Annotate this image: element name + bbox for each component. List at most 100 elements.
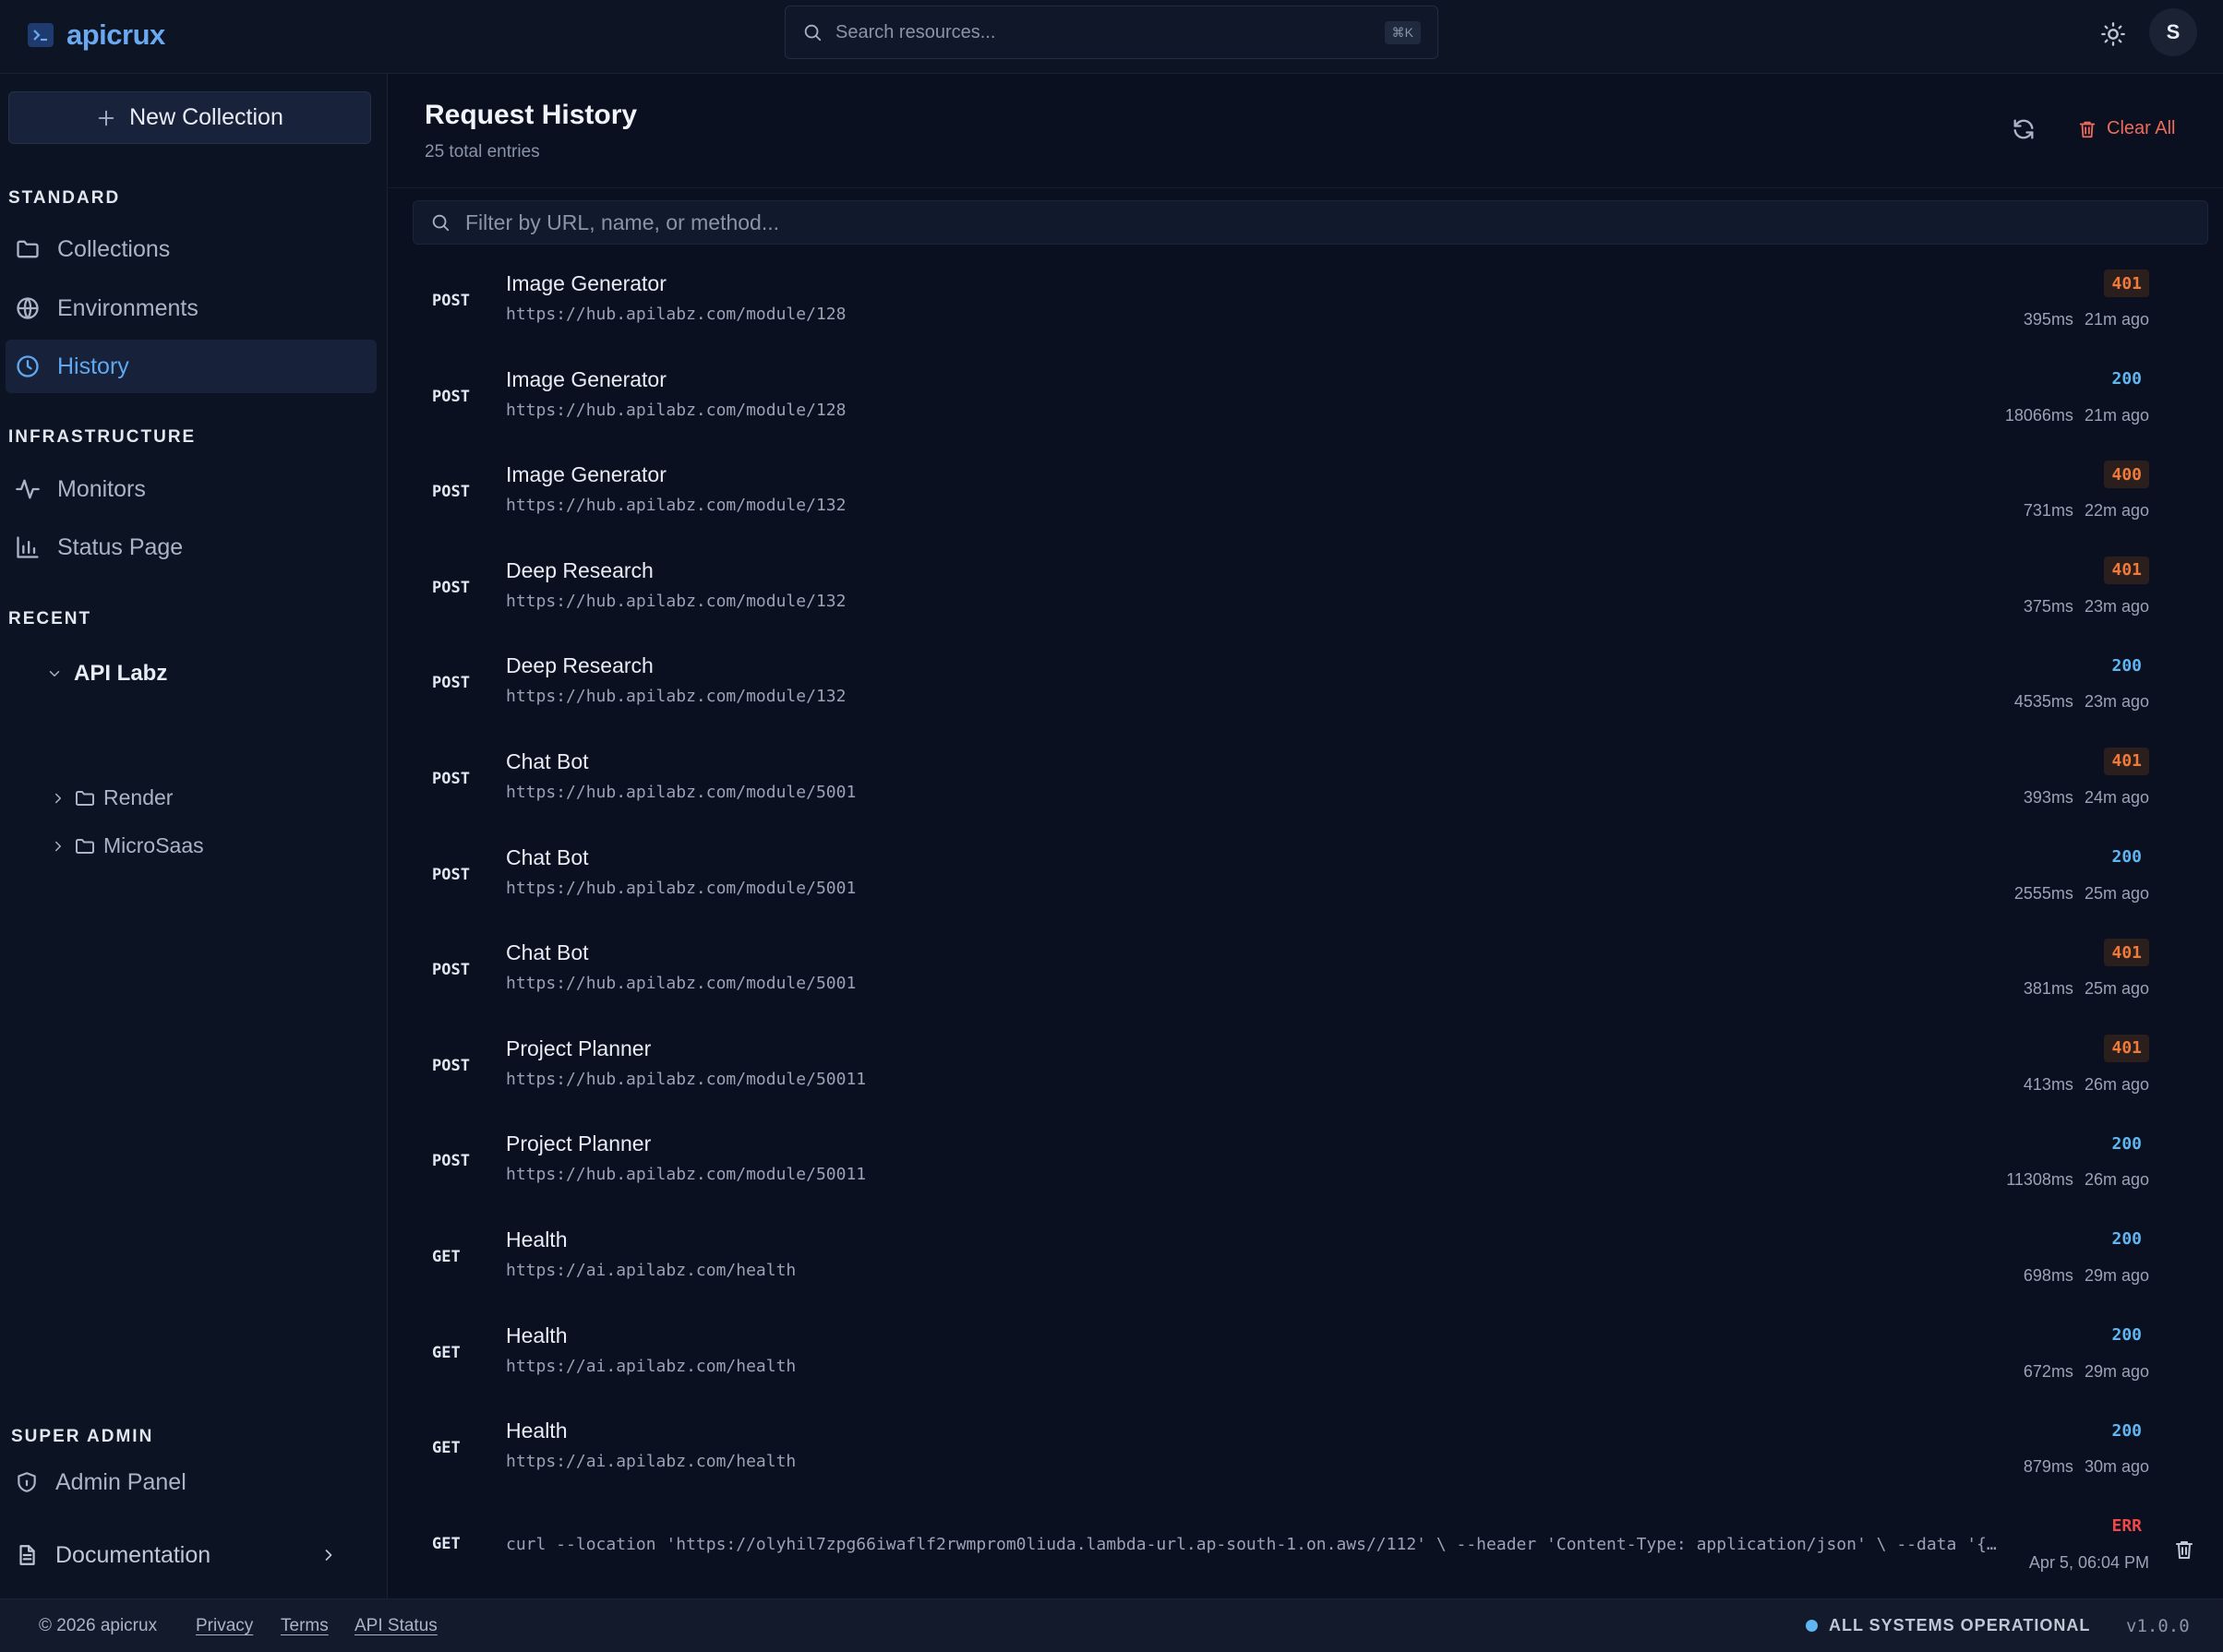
global-search[interactable]: Search resources... ⌘K (785, 6, 1438, 59)
main-content: Request History 25 total entries Clear A… (389, 74, 2223, 1598)
header-divider (389, 187, 2223, 188)
request-meta: 672ms 29m ago (2024, 1362, 2149, 1382)
new-collection-label: New Collection (129, 104, 283, 130)
sidebar-item-monitors[interactable]: Monitors (6, 462, 377, 516)
plus-icon (98, 110, 114, 126)
http-method: POST (432, 1056, 470, 1075)
search-shortcut: ⌘K (1384, 20, 1421, 44)
request-name: Deep Research (506, 557, 654, 582)
history-row[interactable]: POST Image Generator https://hub.apilabz.c… (389, 255, 2223, 351)
sidebar-item-label: Collections (57, 235, 171, 262)
request-url: https://hub.apilabz.com/module/132 (506, 591, 847, 611)
request-time: 22m ago (2084, 501, 2149, 521)
bar-chart-icon (17, 536, 39, 558)
history-list: POST Image Generator https://hub.apilabz.c… (389, 255, 2223, 1593)
theme-toggle-button[interactable] (2096, 17, 2131, 52)
http-method: GET (432, 1534, 461, 1553)
page-title: Request History (425, 100, 638, 130)
request-meta: 395ms 21m ago (2024, 310, 2149, 329)
history-row[interactable]: POST Deep Research https://hub.apilabz.com… (389, 542, 2223, 638)
http-method: POST (432, 292, 470, 310)
http-method: POST (432, 578, 470, 597)
sidebar-item-collections[interactable]: Collections (6, 222, 377, 276)
request-url: https://hub.apilabz.com/module/128 (506, 305, 847, 324)
request-url: https://hub.apilabz.com/module/50011 (506, 1069, 867, 1089)
tree-item-microsaas[interactable]: MicroSaas (50, 833, 204, 858)
sidebar-item-documentation[interactable]: Documentation (6, 1532, 338, 1578)
entries-count: 25 total entries (425, 142, 540, 162)
tree-item-render[interactable]: Render (50, 785, 173, 810)
status-badge: 401 (2104, 747, 2149, 775)
request-name: Project Planner (506, 1131, 652, 1156)
request-meta: 393ms 24m ago (2024, 788, 2149, 808)
sidebar-item-label: Environments (57, 294, 198, 321)
new-collection-button[interactable]: New Collection (8, 91, 371, 144)
folder-icon (76, 838, 94, 854)
request-meta: 698ms 29m ago (2024, 1266, 2149, 1286)
history-row[interactable]: POST Project Planner https://hub.apilabz.c… (389, 1115, 2223, 1211)
history-row[interactable]: GET Health https://ai.apilabz.com/health 20… (389, 1211, 2223, 1307)
status-badge: 400 (2104, 461, 2149, 489)
history-row[interactable]: POST Image Generator https://hub.apilabz.c… (389, 351, 2223, 447)
system-status-label: ALL SYSTEMS OPERATIONAL (1829, 1616, 2091, 1634)
http-method: GET (432, 1439, 461, 1458)
request-url: https://hub.apilabz.com/module/132 (506, 496, 847, 516)
request-url: https://hub.apilabz.com/module/5001 (506, 878, 857, 898)
request-meta: 2555ms 25m ago (2014, 884, 2149, 904)
request-duration: 4535ms (2013, 692, 2073, 712)
request-name: Chat Bot (506, 748, 589, 773)
history-row[interactable]: GET Health https://ai.apilabz.com/health 20… (389, 1402, 2223, 1498)
request-meta: 381ms 25m ago (2024, 979, 2149, 999)
status-badge: 200 (2111, 1229, 2142, 1250)
history-row[interactable]: POST Chat Bot https://hub.apilabz.com/modu… (389, 924, 2223, 1020)
tree-item-label: Render (103, 785, 174, 809)
terms-link[interactable]: Terms (281, 1616, 329, 1636)
request-time: Apr 5, 06:04 PM (2028, 1552, 2149, 1572)
sun-icon (2101, 22, 2125, 46)
app-version: v1.0.0 (2126, 1615, 2190, 1636)
history-row[interactable]: POST Chat Bot https://hub.apilabz.com/modu… (389, 829, 2223, 925)
tree-root-label: API Labz (74, 661, 168, 686)
refresh-button[interactable] (2009, 114, 2038, 144)
sidebar-item-history[interactable]: History (6, 340, 377, 393)
trash-icon (2079, 121, 2096, 138)
footer: © 2026 apicrux Privacy Terms API Status … (0, 1598, 2223, 1652)
user-avatar[interactable]: S (2149, 8, 2197, 56)
request-duration: 381ms (2023, 979, 2073, 999)
history-row[interactable]: POST Image Generator https://hub.apilabz.c… (389, 446, 2223, 542)
request-duration: 672ms (2023, 1361, 2073, 1381)
delete-entry-icon[interactable] (2173, 1538, 2195, 1561)
sidebar-item-status-page[interactable]: Status Page (6, 521, 377, 574)
top-bar: apicrux Search resources... ⌘K S (0, 0, 2223, 74)
global-search-placeholder: Search resources... (835, 21, 996, 42)
sidebar-item-environments[interactable]: Environments (6, 281, 377, 335)
history-row[interactable]: GET Health https://ai.apilabz.com/health 20… (389, 1307, 2223, 1403)
history-row[interactable]: POST Deep Research https://hub.apilabz.com… (389, 637, 2223, 733)
history-row[interactable]: POST Chat Bot https://hub.apilabz.com/modu… (389, 733, 2223, 829)
request-name: Health (506, 1323, 568, 1347)
history-row[interactable]: GET curl --location 'https://olyhil7zpg66… (389, 1498, 2223, 1594)
http-method: GET (432, 1247, 461, 1266)
document-icon (19, 1545, 35, 1565)
request-time: 29m ago (2084, 1361, 2149, 1381)
clear-all-button[interactable]: Clear All (2077, 118, 2175, 139)
sidebar-item-admin-panel[interactable]: Admin Panel (6, 1455, 377, 1509)
request-time: 21m ago (2084, 405, 2149, 425)
request-time: 23m ago (2084, 596, 2149, 616)
status-badge: 401 (2104, 556, 2149, 584)
api-status-link[interactable]: API Status (354, 1616, 438, 1636)
history-row[interactable]: POST Project Planner https://hub.apilabz.c… (389, 1020, 2223, 1116)
request-url: https://hub.apilabz.com/module/5001 (506, 782, 857, 802)
privacy-link[interactable]: Privacy (196, 1616, 253, 1636)
activity-icon (16, 479, 40, 499)
status-badge: 200 (2111, 1325, 2142, 1346)
brand[interactable]: apicrux (28, 17, 165, 54)
history-filter-input[interactable]: Filter by URL, name, or method... (413, 200, 2208, 245)
request-meta: 731ms 22m ago (2024, 501, 2149, 521)
request-duration: 18066ms (2004, 405, 2073, 425)
section-infrastructure: INFRASTRUCTURE (8, 427, 197, 447)
tree-item-api-labz[interactable]: API Labz (46, 661, 167, 687)
http-method: POST (432, 387, 470, 406)
request-name: Image Generator (506, 271, 667, 295)
request-name: Project Planner (506, 1035, 652, 1060)
